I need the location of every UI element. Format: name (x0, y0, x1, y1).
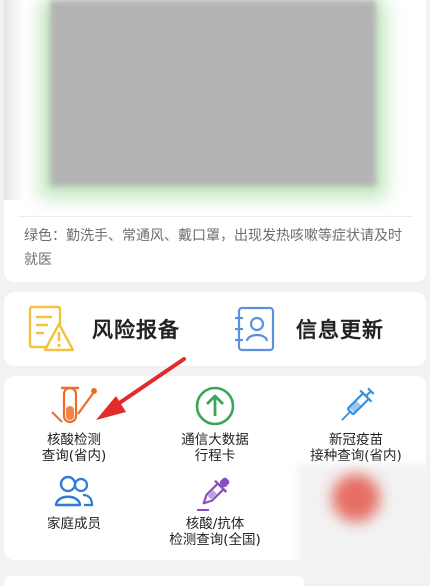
health-code-card: 绿色：勤洗手、常通风、戴口罩，出现发热咳嗽等症状请及时就医 (4, 0, 426, 282)
divider (18, 216, 412, 217)
service-label: 通信大数据 行程卡 (181, 432, 249, 464)
next-card-edge (4, 576, 304, 586)
action-bar: 风险报备 信息更新 (4, 292, 426, 366)
service-vaccine-query[interactable]: 新冠疫苗 接种查询(省内) (286, 384, 426, 464)
service-label: 新冠疫苗 接种查询(省内) (310, 432, 402, 464)
arrow-up-circle-icon (195, 386, 235, 426)
family-members-icon (54, 475, 94, 507)
health-qr-code-image (50, 0, 376, 186)
card-edge-shade (4, 0, 24, 200)
risk-report-button[interactable]: 风险报备 (26, 302, 180, 356)
dropper-icon (197, 477, 230, 511)
blurred-red-badge (332, 474, 380, 522)
risk-report-icon (28, 305, 75, 352)
info-update-button[interactable]: 信息更新 (230, 302, 384, 356)
risk-report-label: 风险报备 (92, 318, 180, 342)
service-family-members[interactable]: 家庭成员 (4, 472, 144, 532)
service-label: 核酸检测 查询(省内) (41, 432, 107, 464)
service-nationwide-test-query[interactable]: 核酸/抗体 检测查询(全国) (145, 472, 285, 548)
service-trip-card[interactable]: 通信大数据 行程卡 (145, 384, 285, 464)
service-label: 家庭成员 (47, 516, 101, 532)
info-update-label: 信息更新 (296, 318, 384, 342)
service-nucleic-test-query[interactable]: 核酸检测 查询(省内) (4, 384, 144, 464)
service-label: 核酸/抗体 检测查询(全国) (169, 516, 261, 548)
info-update-icon (235, 306, 275, 352)
test-tube-icon (51, 386, 97, 424)
syringe-icon (341, 387, 375, 421)
health-code-notice: 绿色：勤洗手、常通风、戴口罩，出现发热咳嗽等症状请及时就医 (24, 228, 402, 268)
